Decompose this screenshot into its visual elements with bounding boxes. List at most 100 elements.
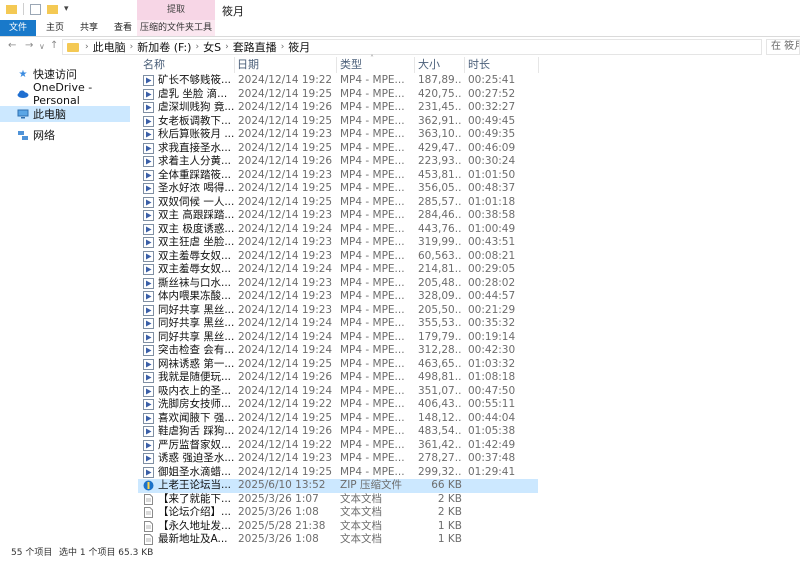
file-row[interactable]: 虐乳 坐脸 滴... 2024/12/14 19:25 MP4 - MPE... 42…	[138, 88, 538, 102]
file-date: 2024/12/14 19:26	[238, 425, 333, 437]
file-row[interactable]: 我就是随便玩... 2024/12/14 19:26 MP4 - MPE... 498…	[138, 371, 538, 385]
folder-icon[interactable]	[6, 5, 17, 14]
file-size: 214,81...	[418, 263, 462, 275]
file-type: MP4 - MPE...	[340, 74, 405, 86]
file-date: 2024/12/14 19:25	[238, 411, 333, 424]
file-row[interactable]: 网袜诱惑 第一... 2024/12/14 19:25 MP4 - MPE... 46…	[138, 358, 538, 372]
file-size: 355,53...	[418, 317, 462, 329]
file-type: MP4 - MPE...	[340, 371, 405, 383]
file-name: 诱惑 强迫圣水...	[158, 452, 234, 464]
column-divider[interactable]	[234, 57, 235, 73]
file-date: 2024/12/14 19:26	[238, 371, 333, 383]
recent-locations-icon[interactable]: ∨	[39, 42, 45, 51]
new-folder-icon[interactable]	[47, 5, 58, 14]
file-row[interactable]: 体内喂果冻酸... 2024/12/14 19:23 MP4 - MPE... 328…	[138, 290, 538, 304]
column-divider[interactable]	[414, 57, 415, 73]
column-divider[interactable]	[336, 57, 337, 73]
column-header-length[interactable]: 时长	[468, 57, 490, 73]
file-row[interactable]: 圣水好浓 喝得... 2024/12/14 19:25 MP4 - MPE... 35…	[138, 182, 538, 196]
file-row[interactable]: 严厉监督家奴... 2024/12/14 19:22 MP4 - MPE... 361…	[138, 439, 538, 453]
file-name: 洗脚房女技师...	[158, 398, 232, 410]
file-row[interactable]: 喜欢闻腋下 强... 2024/12/14 19:25 MP4 - MPE... 14…	[138, 412, 538, 426]
file-row[interactable]: 同好共享 黑丝... 2024/12/14 19:24 MP4 - MPE... 35…	[138, 317, 538, 331]
nav-item-this-pc[interactable]: 此电脑	[0, 106, 130, 122]
tab-file[interactable]: 文件	[0, 20, 36, 36]
breadcrumb-folder[interactable]: 套路直播	[233, 39, 277, 55]
search-input[interactable]: 在 筱月	[766, 39, 800, 55]
address-bar[interactable]: › 此电脑 › 新加卷 (F:) › 女S › 套路直播 › 筱月	[62, 39, 762, 55]
chevron-down-icon[interactable]: ▾	[64, 4, 75, 15]
file-row[interactable]: 双主 高跟踩踏... 2024/12/14 19:23 MP4 - MPE... 28…	[138, 209, 538, 223]
chevron-right-icon[interactable]: ›	[281, 42, 285, 52]
file-row[interactable]: 同好共享 黑丝... 2024/12/14 19:24 MP4 - MPE... 17…	[138, 331, 538, 345]
tab-compressed-folder-tools[interactable]: 压缩的文件夹工具	[137, 20, 215, 36]
file-name: 【来了就能下...	[158, 492, 232, 505]
tab-home[interactable]: 主页	[40, 20, 70, 36]
file-row[interactable]: 鞋虐狗舌 踩狗... 2024/12/14 19:26 MP4 - MPE... 48…	[138, 425, 538, 439]
nav-item-quick-access[interactable]: ★ 快速访问	[0, 66, 130, 82]
file-row[interactable]: 【来了就能下... 2025/3/26 1:07 文本文档 2 KB	[138, 493, 538, 507]
file-row[interactable]: 双主 极度诱惑... 2024/12/14 19:24 MP4 - MPE... 44…	[138, 223, 538, 237]
tab-share[interactable]: 共享	[74, 20, 104, 36]
file-name: 突击检查 会有...	[158, 344, 234, 356]
column-header-name[interactable]: 名称	[143, 57, 165, 73]
breadcrumb-current[interactable]: 筱月	[288, 39, 310, 55]
file-row[interactable]: 【论坛介绍】... 2025/3/26 1:08 文本文档 2 KB	[138, 506, 538, 520]
video-file-icon	[143, 142, 154, 154]
file-row[interactable]: 【永久地址发... 2025/5/28 21:38 文本文档 1 KB	[138, 520, 538, 534]
nav-item-network[interactable]: 网络	[0, 127, 130, 143]
file-size: 187,89...	[418, 74, 462, 86]
file-row[interactable]: 双主狂虐 坐脸... 2024/12/14 19:23 MP4 - MPE... 31…	[138, 236, 538, 250]
file-row[interactable]: 双主羞辱女奴... 2024/12/14 19:23 MP4 - MPE... 60,…	[138, 250, 538, 264]
file-row[interactable]: 上老王论坛当... 2025/6/10 13:52 ZIP 压缩文件 66 KB	[138, 479, 538, 493]
file-row[interactable]: 突击检查 会有... 2024/12/14 19:24 MP4 - MPE... 31…	[138, 344, 538, 358]
file-row[interactable]: 撕丝袜与口水... 2024/12/14 19:23 MP4 - MPE... 205…	[138, 277, 538, 291]
file-row[interactable]: 御姐圣水滴蜡... 2024/12/14 19:25 MP4 - MPE... 299…	[138, 466, 538, 480]
file-length: 00:27:52	[468, 87, 516, 100]
breadcrumb-this-pc[interactable]: 此电脑	[93, 39, 126, 55]
video-file-icon	[143, 102, 154, 113]
file-date: 2024/12/14 19:25	[238, 195, 333, 208]
file-name: 虐乳 坐脸 滴...	[158, 87, 228, 100]
file-row[interactable]: 求着主人分黄... 2024/12/14 19:26 MP4 - MPE... 223…	[138, 155, 538, 169]
file-row[interactable]: 洗脚房女技师... 2024/12/14 19:22 MP4 - MPE... 406…	[138, 398, 538, 412]
file-length: 01:05:38	[468, 425, 516, 437]
file-row[interactable]: 诱惑 强迫圣水... 2024/12/14 19:23 MP4 - MPE... 27…	[138, 452, 538, 466]
file-size: 179,79...	[418, 330, 462, 343]
file-row[interactable]: 吸内衣上的圣... 2024/12/14 19:24 MP4 - MPE... 351…	[138, 385, 538, 399]
column-divider[interactable]	[464, 57, 465, 73]
file-row[interactable]: 矿长不够贱筱... 2024/12/14 19:22 MP4 - MPE... 187…	[138, 74, 538, 88]
chevron-right-icon[interactable]: ›	[130, 42, 134, 52]
file-type: MP4 - MPE...	[340, 357, 405, 370]
file-row[interactable]: 秋后算账筱月 ... 2024/12/14 19:23 MP4 - MPE... 36…	[138, 128, 538, 142]
breadcrumb-drive[interactable]: 新加卷 (F:)	[137, 39, 191, 55]
column-header-size[interactable]: 大小	[418, 57, 440, 73]
nav-item-onedrive[interactable]: OneDrive - Personal	[0, 81, 130, 107]
folder-icon	[67, 42, 79, 52]
file-row[interactable]: 虐深圳贱狗 竟... 2024/12/14 19:26 MP4 - MPE... 23…	[138, 101, 538, 115]
tab-view[interactable]: 查看	[108, 20, 138, 36]
chevron-right-icon[interactable]: ›	[225, 42, 229, 52]
file-row[interactable]: 双主羞辱女奴... 2024/12/14 19:24 MP4 - MPE... 214…	[138, 263, 538, 277]
file-row[interactable]: 女老板调教下... 2024/12/14 19:25 MP4 - MPE... 362…	[138, 115, 538, 129]
video-file-icon	[143, 223, 154, 235]
forward-arrow-icon[interactable]: →	[25, 40, 33, 51]
file-row[interactable]: 双奴伺候 一人... 2024/12/14 19:25 MP4 - MPE... 28…	[138, 196, 538, 210]
file-length: 00:44:04	[468, 411, 516, 424]
file-date: 2024/12/14 19:22	[238, 74, 333, 86]
file-row[interactable]: 求我直接圣水... 2024/12/14 19:25 MP4 - MPE... 429…	[138, 142, 538, 156]
chevron-right-icon[interactable]: ›	[195, 42, 199, 52]
chevron-right-icon[interactable]: ›	[85, 42, 89, 52]
file-length: 01:03:32	[468, 357, 516, 370]
column-header-date[interactable]: 日期	[237, 57, 259, 73]
file-row[interactable]: 同好共享 黑丝... 2024/12/14 19:23 MP4 - MPE... 20…	[138, 304, 538, 318]
up-arrow-icon[interactable]: ↑	[50, 40, 58, 51]
back-arrow-icon[interactable]: ←	[8, 40, 16, 51]
file-row[interactable]: 全体重踩踏筱... 2024/12/14 19:23 MP4 - MPE... 453…	[138, 169, 538, 183]
text-file-icon	[143, 520, 154, 532]
column-divider[interactable]	[538, 57, 539, 73]
properties-icon[interactable]	[30, 3, 41, 15]
breadcrumb-folder[interactable]: 女S	[203, 39, 221, 55]
file-name: 双主羞辱女奴...	[158, 249, 232, 262]
column-header-type[interactable]: 类型	[340, 57, 362, 73]
